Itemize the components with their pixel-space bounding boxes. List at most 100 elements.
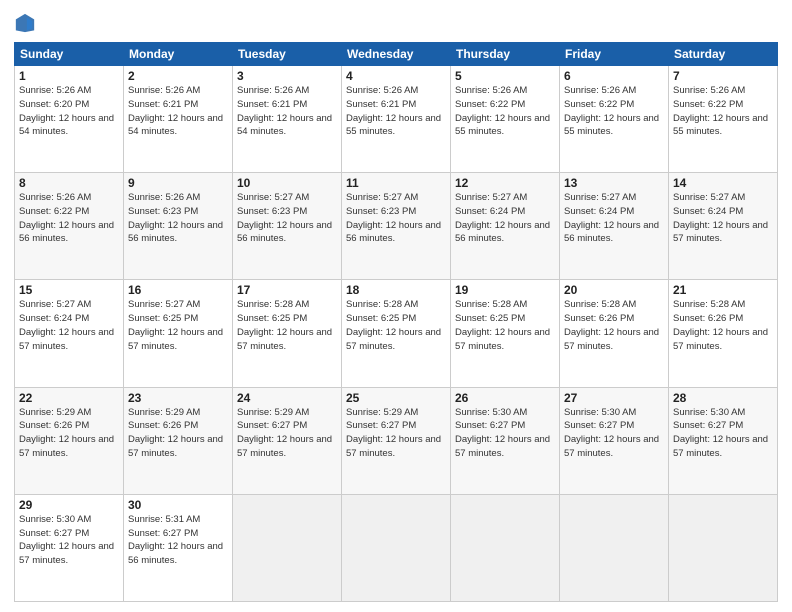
day-info: Sunrise: 5:29 AMSunset: 6:26 PMDaylight:… bbox=[19, 406, 119, 461]
calendar-cell: 23Sunrise: 5:29 AMSunset: 6:26 PMDayligh… bbox=[124, 387, 233, 494]
day-number: 6 bbox=[564, 69, 664, 83]
day-info: Sunrise: 5:27 AMSunset: 6:23 PMDaylight:… bbox=[346, 191, 446, 246]
day-number: 19 bbox=[455, 283, 555, 297]
calendar-cell: 5Sunrise: 5:26 AMSunset: 6:22 PMDaylight… bbox=[451, 66, 560, 173]
calendar-week-row: 15Sunrise: 5:27 AMSunset: 6:24 PMDayligh… bbox=[15, 280, 778, 387]
calendar-cell: 7Sunrise: 5:26 AMSunset: 6:22 PMDaylight… bbox=[669, 66, 778, 173]
calendar-cell bbox=[560, 494, 669, 601]
calendar-cell: 27Sunrise: 5:30 AMSunset: 6:27 PMDayligh… bbox=[560, 387, 669, 494]
calendar-cell: 8Sunrise: 5:26 AMSunset: 6:22 PMDaylight… bbox=[15, 173, 124, 280]
day-info: Sunrise: 5:27 AMSunset: 6:25 PMDaylight:… bbox=[128, 298, 228, 353]
calendar-cell: 16Sunrise: 5:27 AMSunset: 6:25 PMDayligh… bbox=[124, 280, 233, 387]
calendar-cell: 6Sunrise: 5:26 AMSunset: 6:22 PMDaylight… bbox=[560, 66, 669, 173]
day-number: 1 bbox=[19, 69, 119, 83]
day-info: Sunrise: 5:27 AMSunset: 6:23 PMDaylight:… bbox=[237, 191, 337, 246]
day-info: Sunrise: 5:29 AMSunset: 6:26 PMDaylight:… bbox=[128, 406, 228, 461]
day-number: 29 bbox=[19, 498, 119, 512]
day-info: Sunrise: 5:26 AMSunset: 6:21 PMDaylight:… bbox=[128, 84, 228, 139]
day-number: 28 bbox=[673, 391, 773, 405]
calendar-table: SundayMondayTuesdayWednesdayThursdayFrid… bbox=[14, 42, 778, 602]
day-info: Sunrise: 5:28 AMSunset: 6:25 PMDaylight:… bbox=[237, 298, 337, 353]
day-number: 14 bbox=[673, 176, 773, 190]
day-number: 24 bbox=[237, 391, 337, 405]
header bbox=[14, 12, 778, 34]
day-info: Sunrise: 5:28 AMSunset: 6:25 PMDaylight:… bbox=[455, 298, 555, 353]
col-header-sunday: Sunday bbox=[15, 43, 124, 66]
day-info: Sunrise: 5:26 AMSunset: 6:22 PMDaylight:… bbox=[673, 84, 773, 139]
col-header-wednesday: Wednesday bbox=[342, 43, 451, 66]
day-info: Sunrise: 5:26 AMSunset: 6:21 PMDaylight:… bbox=[346, 84, 446, 139]
calendar-cell: 29Sunrise: 5:30 AMSunset: 6:27 PMDayligh… bbox=[15, 494, 124, 601]
calendar-cell: 20Sunrise: 5:28 AMSunset: 6:26 PMDayligh… bbox=[560, 280, 669, 387]
day-number: 9 bbox=[128, 176, 228, 190]
calendar-cell: 12Sunrise: 5:27 AMSunset: 6:24 PMDayligh… bbox=[451, 173, 560, 280]
calendar-cell: 9Sunrise: 5:26 AMSunset: 6:23 PMDaylight… bbox=[124, 173, 233, 280]
calendar-cell: 18Sunrise: 5:28 AMSunset: 6:25 PMDayligh… bbox=[342, 280, 451, 387]
day-number: 11 bbox=[346, 176, 446, 190]
calendar-cell: 1Sunrise: 5:26 AMSunset: 6:20 PMDaylight… bbox=[15, 66, 124, 173]
day-info: Sunrise: 5:27 AMSunset: 6:24 PMDaylight:… bbox=[19, 298, 119, 353]
day-info: Sunrise: 5:30 AMSunset: 6:27 PMDaylight:… bbox=[455, 406, 555, 461]
day-info: Sunrise: 5:30 AMSunset: 6:27 PMDaylight:… bbox=[19, 513, 119, 568]
col-header-tuesday: Tuesday bbox=[233, 43, 342, 66]
page: SundayMondayTuesdayWednesdayThursdayFrid… bbox=[0, 0, 792, 612]
day-info: Sunrise: 5:29 AMSunset: 6:27 PMDaylight:… bbox=[237, 406, 337, 461]
calendar-cell: 19Sunrise: 5:28 AMSunset: 6:25 PMDayligh… bbox=[451, 280, 560, 387]
col-header-thursday: Thursday bbox=[451, 43, 560, 66]
calendar-week-row: 22Sunrise: 5:29 AMSunset: 6:26 PMDayligh… bbox=[15, 387, 778, 494]
day-info: Sunrise: 5:26 AMSunset: 6:22 PMDaylight:… bbox=[564, 84, 664, 139]
calendar-header-row: SundayMondayTuesdayWednesdayThursdayFrid… bbox=[15, 43, 778, 66]
calendar-cell: 15Sunrise: 5:27 AMSunset: 6:24 PMDayligh… bbox=[15, 280, 124, 387]
day-info: Sunrise: 5:26 AMSunset: 6:20 PMDaylight:… bbox=[19, 84, 119, 139]
day-info: Sunrise: 5:27 AMSunset: 6:24 PMDaylight:… bbox=[455, 191, 555, 246]
calendar-cell: 25Sunrise: 5:29 AMSunset: 6:27 PMDayligh… bbox=[342, 387, 451, 494]
calendar-week-row: 1Sunrise: 5:26 AMSunset: 6:20 PMDaylight… bbox=[15, 66, 778, 173]
calendar-cell: 26Sunrise: 5:30 AMSunset: 6:27 PMDayligh… bbox=[451, 387, 560, 494]
calendar-cell bbox=[451, 494, 560, 601]
day-info: Sunrise: 5:27 AMSunset: 6:24 PMDaylight:… bbox=[564, 191, 664, 246]
calendar-cell: 11Sunrise: 5:27 AMSunset: 6:23 PMDayligh… bbox=[342, 173, 451, 280]
day-number: 4 bbox=[346, 69, 446, 83]
day-number: 26 bbox=[455, 391, 555, 405]
day-info: Sunrise: 5:26 AMSunset: 6:22 PMDaylight:… bbox=[455, 84, 555, 139]
col-header-saturday: Saturday bbox=[669, 43, 778, 66]
day-number: 18 bbox=[346, 283, 446, 297]
logo bbox=[14, 12, 38, 34]
day-info: Sunrise: 5:28 AMSunset: 6:26 PMDaylight:… bbox=[564, 298, 664, 353]
day-number: 16 bbox=[128, 283, 228, 297]
calendar-cell: 24Sunrise: 5:29 AMSunset: 6:27 PMDayligh… bbox=[233, 387, 342, 494]
calendar-cell bbox=[669, 494, 778, 601]
day-number: 22 bbox=[19, 391, 119, 405]
col-header-friday: Friday bbox=[560, 43, 669, 66]
day-info: Sunrise: 5:28 AMSunset: 6:25 PMDaylight:… bbox=[346, 298, 446, 353]
calendar-cell: 3Sunrise: 5:26 AMSunset: 6:21 PMDaylight… bbox=[233, 66, 342, 173]
day-number: 7 bbox=[673, 69, 773, 83]
calendar-cell: 30Sunrise: 5:31 AMSunset: 6:27 PMDayligh… bbox=[124, 494, 233, 601]
day-number: 15 bbox=[19, 283, 119, 297]
day-info: Sunrise: 5:30 AMSunset: 6:27 PMDaylight:… bbox=[673, 406, 773, 461]
calendar-cell: 28Sunrise: 5:30 AMSunset: 6:27 PMDayligh… bbox=[669, 387, 778, 494]
day-number: 20 bbox=[564, 283, 664, 297]
day-info: Sunrise: 5:26 AMSunset: 6:23 PMDaylight:… bbox=[128, 191, 228, 246]
day-number: 27 bbox=[564, 391, 664, 405]
day-number: 13 bbox=[564, 176, 664, 190]
calendar-cell: 21Sunrise: 5:28 AMSunset: 6:26 PMDayligh… bbox=[669, 280, 778, 387]
calendar-week-row: 29Sunrise: 5:30 AMSunset: 6:27 PMDayligh… bbox=[15, 494, 778, 601]
calendar-cell: 22Sunrise: 5:29 AMSunset: 6:26 PMDayligh… bbox=[15, 387, 124, 494]
day-number: 23 bbox=[128, 391, 228, 405]
calendar-week-row: 8Sunrise: 5:26 AMSunset: 6:22 PMDaylight… bbox=[15, 173, 778, 280]
day-info: Sunrise: 5:30 AMSunset: 6:27 PMDaylight:… bbox=[564, 406, 664, 461]
day-number: 21 bbox=[673, 283, 773, 297]
day-number: 25 bbox=[346, 391, 446, 405]
day-number: 17 bbox=[237, 283, 337, 297]
calendar-cell: 14Sunrise: 5:27 AMSunset: 6:24 PMDayligh… bbox=[669, 173, 778, 280]
col-header-monday: Monday bbox=[124, 43, 233, 66]
day-number: 8 bbox=[19, 176, 119, 190]
day-number: 2 bbox=[128, 69, 228, 83]
day-number: 10 bbox=[237, 176, 337, 190]
logo-icon bbox=[14, 12, 36, 34]
day-number: 5 bbox=[455, 69, 555, 83]
calendar-cell: 13Sunrise: 5:27 AMSunset: 6:24 PMDayligh… bbox=[560, 173, 669, 280]
day-info: Sunrise: 5:26 AMSunset: 6:21 PMDaylight:… bbox=[237, 84, 337, 139]
calendar-cell: 4Sunrise: 5:26 AMSunset: 6:21 PMDaylight… bbox=[342, 66, 451, 173]
